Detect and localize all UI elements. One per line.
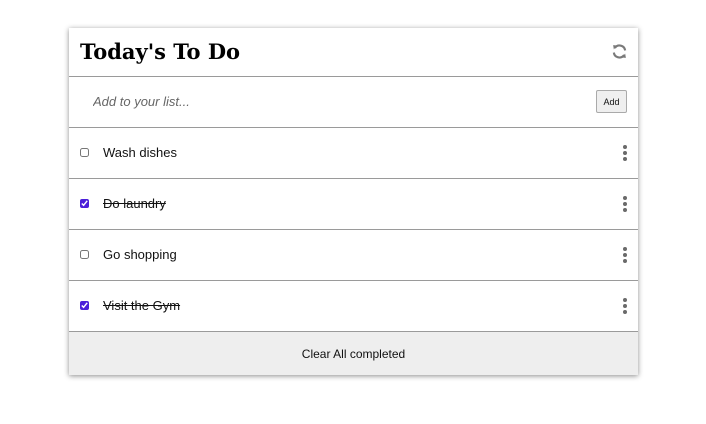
more-options-icon[interactable]	[622, 298, 628, 314]
more-options-icon[interactable]	[622, 145, 628, 161]
add-item-input[interactable]	[93, 91, 573, 111]
todo-card: Today's To Do Add Wash dishes Do laundry…	[69, 28, 638, 375]
card-header: Today's To Do	[69, 28, 638, 77]
more-options-icon[interactable]	[622, 196, 628, 212]
add-button[interactable]: Add	[596, 90, 627, 113]
todo-label: Visit the Gym	[103, 298, 181, 313]
card-footer: Clear All completed	[69, 332, 638, 375]
todo-checkbox[interactable]	[80, 148, 89, 157]
todo-checkbox[interactable]	[80, 250, 89, 259]
clear-completed-button[interactable]: Clear All completed	[302, 347, 405, 361]
todo-checkbox[interactable]	[80, 301, 89, 310]
todo-item: Go shopping	[69, 230, 638, 281]
todo-label: Go shopping	[103, 247, 177, 262]
todo-label: Do laundry	[103, 196, 166, 211]
todo-label: Wash dishes	[103, 145, 177, 160]
todo-item: Visit the Gym	[69, 281, 638, 332]
todo-item: Wash dishes	[69, 128, 638, 179]
add-item-row: Add	[69, 77, 638, 128]
refresh-icon[interactable]	[611, 43, 628, 60]
todo-checkbox[interactable]	[80, 199, 89, 208]
more-options-icon[interactable]	[622, 247, 628, 263]
page-title: Today's To Do	[80, 39, 241, 64]
todo-item: Do laundry	[69, 179, 638, 230]
